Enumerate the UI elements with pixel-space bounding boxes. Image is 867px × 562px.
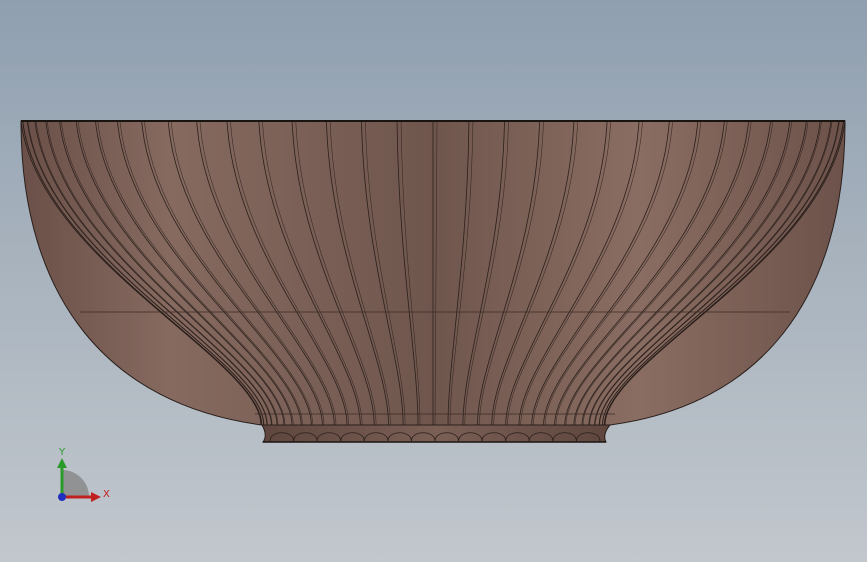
triad-y-label: Y: [58, 447, 66, 458]
triad-x-arrowhead: [91, 492, 101, 502]
triad-y-arrowhead: [57, 458, 67, 468]
triad-x-label: X: [103, 489, 110, 500]
triad-z-axis: [58, 493, 66, 501]
graphics-viewport[interactable]: Y X: [0, 0, 867, 562]
model-view[interactable]: Y X: [0, 0, 867, 562]
triad-quarter-disc: [62, 470, 89, 497]
bowl-foot[interactable]: [261, 424, 612, 443]
reference-triad: Y X: [57, 447, 110, 502]
